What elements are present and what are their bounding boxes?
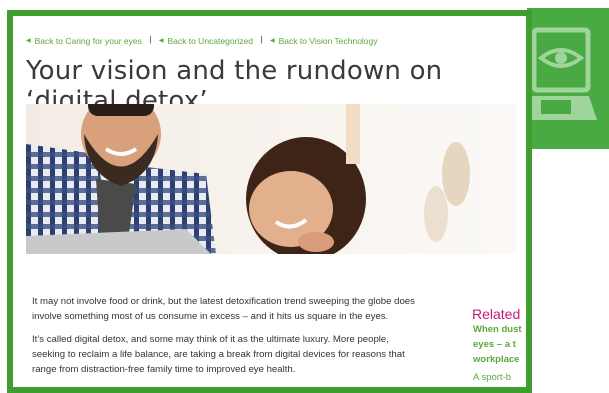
article-paragraph: It’s called digital detox, and some may …	[32, 334, 405, 375]
eye-laptop-icon	[527, 8, 609, 149]
page-frame: ◀ Back to Caring for your eyes | ◀ Back …	[7, 10, 532, 393]
related-article-link[interactable]: When dust eyes – a t workplace	[473, 322, 525, 367]
breadcrumb-separator: |	[149, 34, 152, 44]
related-heading: Related	[472, 306, 521, 322]
article-paragraph: It may not involve food or drink, but th…	[32, 296, 415, 322]
breadcrumb-label[interactable]: Back to Vision Technology	[279, 36, 378, 46]
related-article-link-2[interactable]: A sport-b	[473, 372, 523, 383]
related-link-line[interactable]: When dust	[473, 322, 525, 337]
related-link-line[interactable]: workplace	[473, 352, 525, 367]
breadcrumb-caring-for-your-eyes[interactable]: ◀ Back to Caring for your eyes	[26, 36, 142, 46]
breadcrumb-label[interactable]: Back to Uncategorized	[167, 36, 253, 46]
chevron-left-icon: ◀	[26, 38, 31, 44]
breadcrumb-label[interactable]: Back to Caring for your eyes	[35, 36, 142, 46]
article-body: It may not involve food or drink, but th…	[32, 294, 422, 385]
related-link-line[interactable]: eyes – a t	[473, 337, 525, 352]
breadcrumb-vision-technology[interactable]: ◀ Back to Vision Technology	[270, 36, 378, 46]
hero-image	[26, 94, 516, 261]
chevron-left-icon: ◀	[158, 38, 164, 44]
breadcrumb-separator: |	[260, 34, 263, 44]
chevron-left-icon: ◀	[269, 38, 275, 44]
breadcrumb-uncategorized[interactable]: ◀ Back to Uncategorized	[159, 36, 253, 46]
breadcrumb: ◀ Back to Caring for your eyes | ◀ Back …	[26, 34, 378, 46]
